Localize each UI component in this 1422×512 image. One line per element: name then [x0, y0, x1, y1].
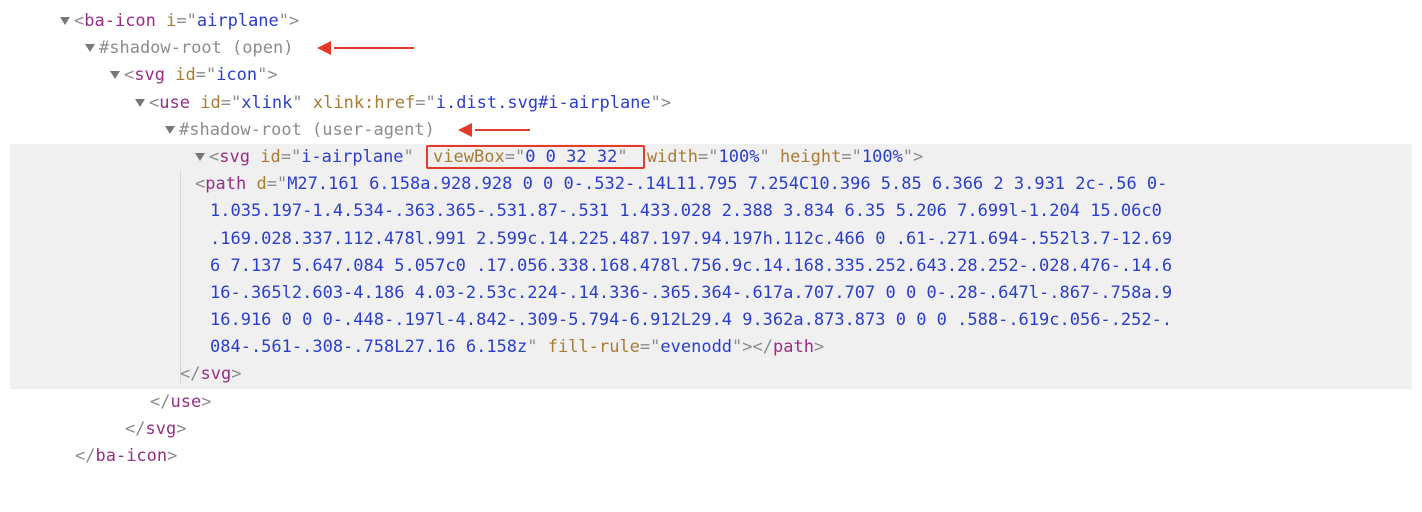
selected-node-svg-i-airplane[interactable]: <svg id="i-airplane" viewBox="0 0 32 32"… [10, 144, 1412, 389]
annotation-arrow-icon [319, 43, 414, 53]
tag-path: path [205, 174, 246, 194]
tag-svg: svg [219, 147, 250, 167]
shadow-root-user-agent-label: #shadow-root (user-agent) [179, 120, 435, 140]
chevron-down-icon[interactable] [110, 71, 120, 79]
chevron-down-icon[interactable] [60, 17, 70, 25]
viewbox-highlight: viewBox="0 0 32 32" [426, 145, 645, 169]
tag-ba-icon: ba-icon [84, 11, 156, 31]
tree-guide-line [180, 171, 181, 384]
tag-use-close: use [170, 392, 201, 412]
tree-row-svg-i-airplane[interactable]: <svg id="i-airplane" viewBox="0 0 32 32"… [195, 144, 1402, 171]
val-height: 100% [862, 147, 903, 167]
tree-row-shadow-root-user-agent[interactable]: #shadow-root (user-agent) [165, 117, 1412, 144]
chevron-down-icon[interactable] [135, 99, 145, 107]
tag-path-close: path [773, 337, 814, 357]
attr-id: id [200, 93, 220, 113]
tree-row-svg-icon[interactable]: <svg id="icon"> [110, 62, 1412, 89]
attr-i: i [166, 11, 176, 31]
val-xlink: xlink [241, 93, 292, 113]
tree-row-use[interactable]: <use id="xlink" xlink:href="i.dist.svg#i… [135, 90, 1412, 117]
tag-svg-close: svg [200, 364, 231, 384]
val-xlink-href: i.dist.svg#i-airplane [436, 93, 651, 113]
attr-d: d [256, 174, 266, 194]
attr-xlink-href: xlink:href [313, 93, 415, 113]
val-path-d: M27.161 6.158a.928.928 0 0 0-.532-.14L11… [210, 174, 1172, 357]
val-i-airplane: i-airplane [301, 147, 403, 167]
tree-row-close-svg-outer[interactable]: </svg> [125, 416, 1412, 443]
chevron-down-icon[interactable] [195, 153, 205, 161]
tag-use: use [159, 93, 190, 113]
tree-row-close-use[interactable]: </use> [150, 389, 1412, 416]
chevron-down-icon[interactable] [165, 126, 175, 134]
attr-id: id [260, 147, 280, 167]
attr-height: height [780, 147, 841, 167]
val-icon: icon [216, 65, 257, 85]
attr-fill-rule: fill-rule [548, 337, 640, 357]
tree-row-close-svg-inner[interactable]: </svg> [180, 361, 1402, 388]
val-width: 100% [718, 147, 759, 167]
attr-width: width [647, 147, 698, 167]
tag-ba-icon-close: ba-icon [95, 446, 167, 466]
val-viewbox: 0 0 32 32 [525, 147, 617, 167]
annotation-arrow-icon [460, 125, 530, 135]
tag-svg: svg [134, 65, 165, 85]
val-fill-rule: evenodd [660, 337, 732, 357]
tree-row-path[interactable]: <path d="M27.161 6.158a.928.928 0 0 0-.5… [210, 171, 1180, 361]
shadow-root-open-label: #shadow-root (open) [99, 38, 293, 58]
tree-row-close-ba-icon[interactable]: </ba-icon> [75, 443, 1412, 470]
tree-row-ba-icon-open[interactable]: <ba-icon i="airplane"> [60, 8, 1412, 35]
attr-viewbox: viewBox [433, 147, 505, 167]
attr-id: id [175, 65, 195, 85]
chevron-down-icon[interactable] [85, 44, 95, 52]
val-airplane: airplane [197, 11, 279, 31]
tree-row-shadow-root-open[interactable]: #shadow-root (open) [85, 35, 1412, 62]
tag-svg-close: svg [145, 419, 176, 439]
